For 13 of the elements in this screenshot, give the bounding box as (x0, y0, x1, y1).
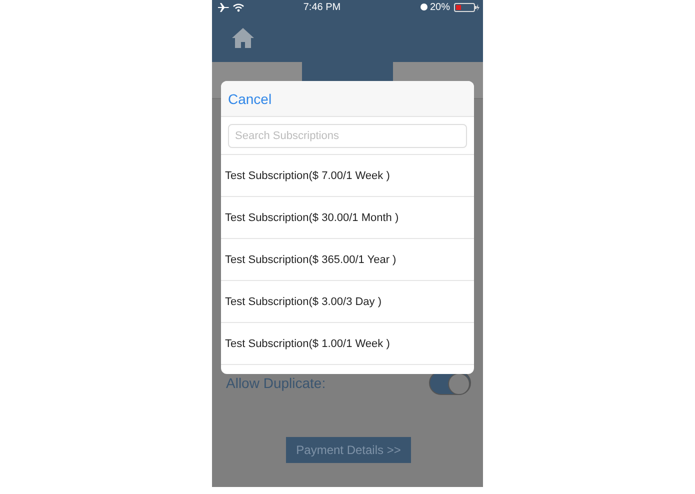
subscription-option[interactable]: Test Subscription($ 365.00/1 Year ) (221, 239, 474, 281)
battery-percent: 20% (430, 2, 450, 12)
subscription-option[interactable]: Test Subscription($ 7.00/1 Week ) (221, 155, 474, 197)
subscription-option[interactable]: Test Subscription($ 1.00/1 Week ) (221, 323, 474, 365)
setting-label: Allow Duplicate: (226, 375, 326, 391)
subscription-option[interactable]: Test Subscription($ 30.00/1 Month ) (221, 197, 474, 239)
search-field[interactable]: Search Subscriptions (228, 124, 467, 148)
airplane-icon (218, 2, 229, 12)
status-time: 7:46 PM (302, 2, 342, 12)
home-icon[interactable] (231, 27, 255, 49)
subscription-option[interactable]: Test Subscription($ 3.00/3 Day ) (221, 281, 474, 323)
battery-icon (454, 2, 480, 12)
wifi-icon (233, 2, 244, 12)
